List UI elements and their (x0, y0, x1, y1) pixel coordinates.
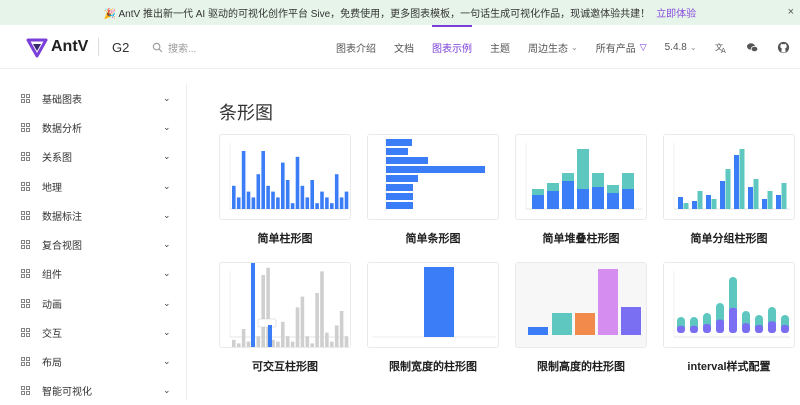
card-caption: 可交互柱形图 (252, 361, 318, 373)
chevron-down-icon: ⌄ (689, 42, 697, 52)
page-title: 条形图 (219, 103, 273, 123)
sidebar-item[interactable]: 动画 ⌄ (0, 289, 186, 318)
chevron-down-icon: ⌄ (163, 298, 171, 308)
search-placeholder: 搜索... (168, 44, 197, 55)
sidebar-item-label: 组件 (42, 270, 62, 281)
sidebar-item[interactable]: 地理 ⌄ (0, 172, 186, 201)
translate-icon[interactable]: 文A (714, 40, 728, 54)
search-icon (152, 42, 163, 53)
sidebar-item[interactable]: 数据分析 ⌄ (0, 113, 186, 142)
grid-icon (21, 182, 30, 191)
sidebar-item-label: 数据标注 (42, 212, 82, 223)
chevron-down-icon: ⌄ (163, 385, 171, 395)
chevron-down-icon: ⌄ (163, 151, 171, 161)
header-tools: 文A (714, 40, 800, 54)
sidebar-item[interactable]: 布局 ⌄ (0, 347, 186, 376)
chart-thumbnail (367, 262, 499, 348)
sidebar-item[interactable]: 交互 ⌄ (0, 318, 186, 347)
chevron-down-icon: ⌄ (571, 42, 578, 52)
chevron-down-icon: ⌄ (163, 181, 171, 191)
product-name[interactable]: G2 (112, 40, 129, 55)
example-card[interactable]: interval样式配置 (663, 262, 795, 374)
chevron-down-icon: ⌄ (163, 356, 171, 366)
chart-thumbnail (663, 134, 795, 220)
svg-text:A: A (721, 47, 726, 54)
try-now-link[interactable]: 立即体验 (656, 5, 696, 20)
nav-theme[interactable]: 主题 (490, 25, 510, 69)
sidebar-item-label: 布局 (42, 358, 62, 369)
sidebar-item-label: 数据分析 (42, 124, 82, 135)
grid-icon (21, 299, 30, 308)
chevron-down-icon: ⌄ (163, 93, 171, 103)
chart-thumbnail (219, 134, 351, 220)
sidebar-item[interactable]: 关系图 ⌄ (0, 142, 186, 171)
card-caption: 简单柱形图 (257, 233, 313, 245)
chevron-down-icon: ⌄ (163, 239, 171, 249)
chevron-down-icon: ⌄ (163, 210, 171, 220)
antv-logo-icon (26, 38, 48, 58)
nav-ecosystem[interactable]: 周边生态 ⌄ (528, 25, 578, 69)
version-select[interactable]: 5.4.8 ⌄ (665, 25, 697, 69)
card-caption: 限制高度的柱形图 (537, 361, 625, 373)
sidebar: 基础图表 ⌄ 数据分析 ⌄ 关系图 ⌄ 地理 ⌄ 数据标注 ⌄ 复合视图 ⌄ 组件 ⌄ 动画 ⌄ 交互 ⌄ 布局 ⌄ 智… (0, 84, 187, 400)
sidebar-item[interactable]: 基础图表 ⌄ (0, 84, 186, 113)
grid-icon (21, 240, 30, 249)
chart-thumbnail (515, 262, 647, 348)
logo-text: AntV (51, 38, 89, 55)
example-card[interactable]: 简单堆叠柱形图 (515, 134, 647, 246)
sidebar-item-label: 地理 (42, 183, 62, 194)
banner-text: 🎉 AntV 推出新一代 AI 驱动的可视化创作平台 Sive，免费使用，更多图… (103, 9, 651, 20)
top-header: AntV G2 搜索... 图表介绍 文档 图表示例 主题 周边生态 ⌄ 所有产品… (0, 25, 800, 69)
example-card[interactable]: 简单分组柱形图 (663, 134, 795, 246)
nav-intro[interactable]: 图表介绍 (336, 25, 376, 69)
announcement-banner: 🎉 AntV 推出新一代 AI 驱动的可视化创作平台 Sive，免费使用，更多图… (0, 0, 800, 25)
github-icon[interactable] (776, 40, 790, 54)
chevron-down-icon: ⌄ (163, 122, 171, 132)
chart-thumbnail (219, 262, 351, 348)
card-caption: 简单分组柱形图 (690, 233, 768, 245)
grid-icon (21, 269, 30, 278)
nav-all-products[interactable]: 所有产品 ▽ (596, 25, 647, 69)
sidebar-item-label: 复合视图 (42, 241, 82, 252)
header-divider (98, 38, 99, 56)
sidebar-item-label: 动画 (42, 300, 62, 311)
sidebar-item[interactable]: 数据标注 ⌄ (0, 201, 186, 230)
card-caption: 限制宽度的柱形图 (389, 361, 477, 373)
example-card[interactable]: 简单条形图 (367, 134, 499, 246)
chart-thumbnail (663, 262, 795, 348)
grid-icon (21, 386, 30, 395)
main-nav: 图表介绍 文档 图表示例 主题 周边生态 ⌄ 所有产品 ▽ 5.4.8 ⌄ (336, 25, 715, 69)
chevron-down-icon: ⌄ (163, 327, 171, 337)
nav-docs[interactable]: 文档 (394, 25, 414, 69)
chart-thumbnail (367, 134, 499, 220)
grid-icon (21, 211, 30, 220)
nav-examples[interactable]: 图表示例 (432, 25, 472, 69)
example-card[interactable]: 限制高度的柱形图 (515, 262, 647, 374)
example-card[interactable]: 限制宽度的柱形图 (367, 262, 499, 374)
card-caption: 简单堆叠柱形图 (542, 233, 620, 245)
sidebar-item-label: 基础图表 (42, 95, 82, 106)
grid-icon (21, 123, 30, 132)
example-card[interactable]: 可交互柱形图 (219, 262, 351, 374)
card-caption: interval样式配置 (687, 361, 771, 373)
example-card[interactable]: 简单柱形图 (219, 134, 351, 246)
grid-icon (21, 152, 30, 161)
chart-thumbnail (515, 134, 647, 220)
sidebar-item-label: 交互 (42, 329, 62, 340)
wechat-icon[interactable] (745, 40, 759, 54)
grid-icon (21, 328, 30, 337)
sidebar-item[interactable]: 组件 ⌄ (0, 259, 186, 288)
chevron-down-icon: ⌄ (163, 268, 171, 278)
close-icon[interactable]: × (788, 6, 794, 18)
grid-icon (21, 357, 30, 366)
sidebar-item-label: 智能可视化 (42, 387, 92, 398)
product-logo-icon: ▽ (639, 41, 647, 52)
antv-logo[interactable]: AntV (26, 36, 88, 58)
sidebar-item[interactable]: 智能可视化 ⌄ (0, 376, 186, 405)
card-caption: 简单条形图 (405, 233, 461, 245)
search-input[interactable]: 搜索... (152, 40, 196, 55)
sidebar-item-label: 关系图 (42, 153, 72, 164)
sidebar-item[interactable]: 复合视图 ⌄ (0, 230, 186, 259)
grid-icon (21, 94, 30, 103)
